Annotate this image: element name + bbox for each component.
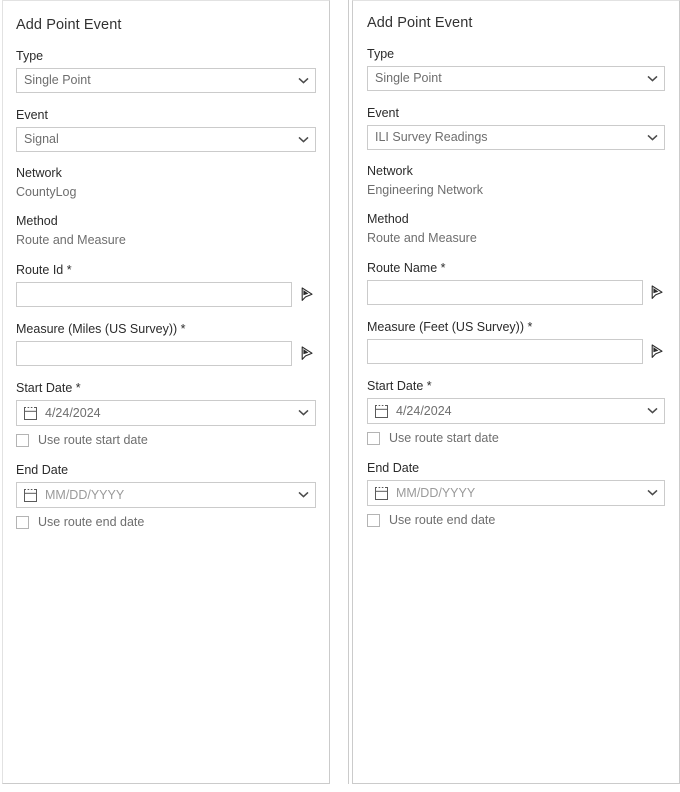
event-field-group: Event Signal xyxy=(16,107,316,152)
use-route-start-date-checkbox[interactable]: Use route start date xyxy=(367,431,665,446)
end-date-picker[interactable]: MM/DD/YYYY xyxy=(16,482,316,508)
measure-label: Measure (Feet (US Survey)) * xyxy=(367,319,665,335)
use-route-end-date-checkbox[interactable]: Use route end date xyxy=(367,513,665,528)
measure-pick-from-map-button[interactable] xyxy=(298,343,316,365)
event-select-value[interactable]: Signal xyxy=(16,127,316,152)
use-route-start-date-label: Use route start date xyxy=(38,433,148,448)
type-select[interactable]: Single Point xyxy=(367,66,665,91)
panel-divider xyxy=(348,0,349,784)
start-date-picker[interactable]: 4/24/2024 xyxy=(16,400,316,426)
type-label: Type xyxy=(367,46,665,62)
use-route-start-date-label: Use route start date xyxy=(389,431,499,446)
end-date-value: MM/DD/YYYY xyxy=(396,481,475,505)
start-date-value: 4/24/2024 xyxy=(396,399,452,423)
type-field-group: Type Single Point xyxy=(16,48,316,93)
start-date-field-group: Start Date * xyxy=(367,378,665,446)
start-date-label: Start Date * xyxy=(16,380,316,396)
method-value: Route and Measure xyxy=(16,232,316,248)
start-date-field-group: Start Date * xyxy=(16,380,316,448)
type-field-group: Type Single Point xyxy=(367,46,665,91)
event-select-value[interactable]: ILI Survey Readings xyxy=(367,125,665,150)
pointer-arrow-icon xyxy=(651,285,664,300)
end-date-box[interactable]: MM/DD/YYYY xyxy=(367,480,665,506)
checkbox-box[interactable] xyxy=(367,514,380,527)
calendar-icon xyxy=(23,488,38,503)
end-date-label: End Date xyxy=(367,460,665,476)
route-field-group: Route Id * xyxy=(16,262,316,307)
event-select[interactable]: Signal xyxy=(16,127,316,152)
page-title: Add Point Event xyxy=(367,1,665,32)
add-point-event-panel-left: Add Point Event Type Single Point Event … xyxy=(2,0,330,784)
checkbox-box[interactable] xyxy=(367,432,380,445)
type-select-value[interactable]: Single Point xyxy=(16,68,316,93)
method-label: Method xyxy=(16,213,316,229)
network-field-group: Network CountyLog xyxy=(16,165,316,200)
network-label: Network xyxy=(16,165,316,181)
start-date-box[interactable]: 4/24/2024 xyxy=(367,398,665,424)
calendar-icon xyxy=(23,406,38,421)
use-route-end-date-label: Use route end date xyxy=(38,515,144,530)
end-date-field-group: End Date M xyxy=(16,462,316,530)
measure-field-group: Measure (Miles (US Survey)) * xyxy=(16,321,316,366)
route-input[interactable] xyxy=(16,282,292,307)
route-label: Route Id * xyxy=(16,262,316,278)
method-label: Method xyxy=(367,211,665,227)
network-value: CountyLog xyxy=(16,184,316,200)
network-field-group: Network Engineering Network xyxy=(367,163,665,198)
event-field-group: Event ILI Survey Readings xyxy=(367,105,665,150)
type-label: Type xyxy=(16,48,316,64)
start-date-value: 4/24/2024 xyxy=(45,401,101,425)
pointer-arrow-icon xyxy=(301,287,314,302)
screen: Add Point Event Type Single Point Event … xyxy=(0,0,680,792)
calendar-icon xyxy=(374,486,389,501)
end-date-picker[interactable]: MM/DD/YYYY xyxy=(367,480,665,506)
checkbox-box[interactable] xyxy=(16,516,29,529)
event-label: Event xyxy=(16,107,316,123)
measure-input[interactable] xyxy=(16,341,292,366)
pointer-arrow-icon xyxy=(301,346,314,361)
type-select-value[interactable]: Single Point xyxy=(367,66,665,91)
start-date-box[interactable]: 4/24/2024 xyxy=(16,400,316,426)
use-route-end-date-label: Use route end date xyxy=(389,513,495,528)
measure-pick-from-map-button[interactable] xyxy=(649,341,665,363)
route-input[interactable] xyxy=(367,280,643,305)
measure-input[interactable] xyxy=(367,339,643,364)
measure-label: Measure (Miles (US Survey)) * xyxy=(16,321,316,337)
add-point-event-panel-right: Add Point Event Type Single Point Event … xyxy=(352,0,680,784)
start-date-label: Start Date * xyxy=(367,378,665,394)
start-date-picker[interactable]: 4/24/2024 xyxy=(367,398,665,424)
type-select[interactable]: Single Point xyxy=(16,68,316,93)
method-field-group: Method Route and Measure xyxy=(16,213,316,248)
checkbox-box[interactable] xyxy=(16,434,29,447)
event-label: Event xyxy=(367,105,665,121)
method-field-group: Method Route and Measure xyxy=(367,211,665,246)
use-route-start-date-checkbox[interactable]: Use route start date xyxy=(16,433,316,448)
network-value: Engineering Network xyxy=(367,182,665,198)
use-route-end-date-checkbox[interactable]: Use route end date xyxy=(16,515,316,530)
page-title: Add Point Event xyxy=(16,1,316,34)
calendar-icon xyxy=(374,404,389,419)
end-date-field-group: End Date M xyxy=(367,460,665,528)
measure-field-group: Measure (Feet (US Survey)) * xyxy=(367,319,665,364)
network-label: Network xyxy=(367,163,665,179)
pointer-arrow-icon xyxy=(651,344,664,359)
event-select[interactable]: ILI Survey Readings xyxy=(367,125,665,150)
end-date-value: MM/DD/YYYY xyxy=(45,483,124,507)
route-pick-from-map-button[interactable] xyxy=(649,282,665,304)
route-label: Route Name * xyxy=(367,260,665,276)
end-date-box[interactable]: MM/DD/YYYY xyxy=(16,482,316,508)
route-field-group: Route Name * xyxy=(367,260,665,305)
route-pick-from-map-button[interactable] xyxy=(298,284,316,306)
method-value: Route and Measure xyxy=(367,230,665,246)
end-date-label: End Date xyxy=(16,462,316,478)
